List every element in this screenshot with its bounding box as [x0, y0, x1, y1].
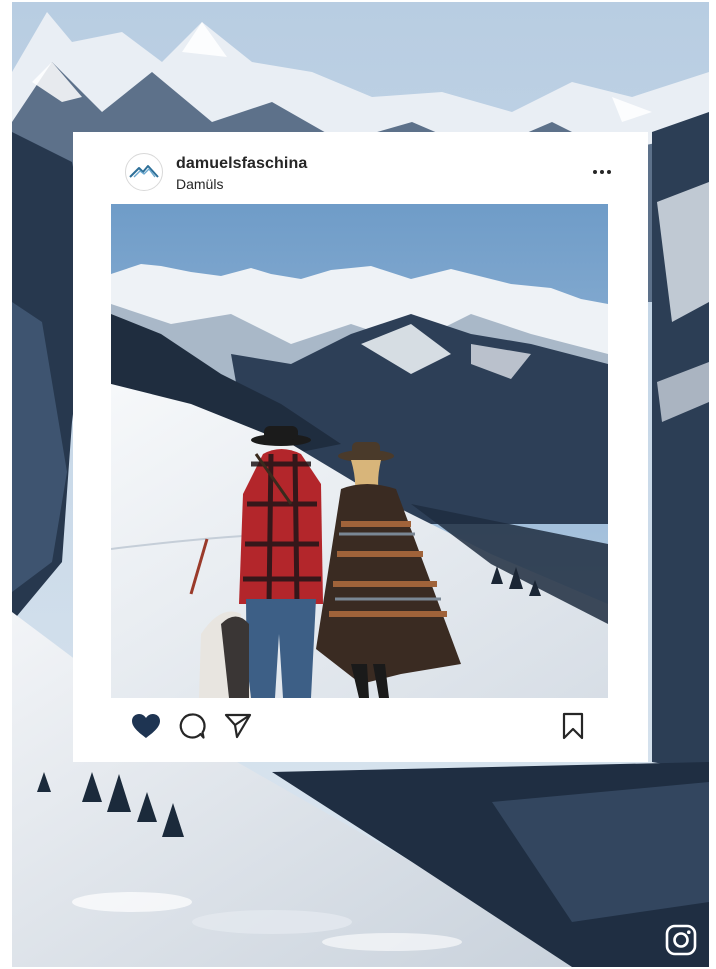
post-header: damuelsfaschina Damüls — [125, 152, 615, 194]
post-photo[interactable] — [111, 204, 608, 698]
comment-icon[interactable] — [175, 710, 209, 742]
heart-icon[interactable] — [129, 710, 163, 742]
mountain-logo-icon — [129, 165, 159, 178]
post-username[interactable]: damuelsfaschina — [176, 155, 307, 173]
page-canvas: damuelsfaschina Damüls — [0, 0, 716, 969]
account-avatar[interactable] — [125, 153, 163, 191]
bookmark-icon[interactable] — [556, 710, 590, 742]
send-icon[interactable] — [221, 710, 255, 742]
post-actions — [111, 704, 608, 748]
post-card: damuelsfaschina Damüls — [73, 132, 648, 762]
post-location[interactable]: Damüls — [176, 176, 223, 192]
more-options-icon[interactable] — [589, 162, 615, 182]
instagram-icon[interactable] — [665, 924, 697, 956]
